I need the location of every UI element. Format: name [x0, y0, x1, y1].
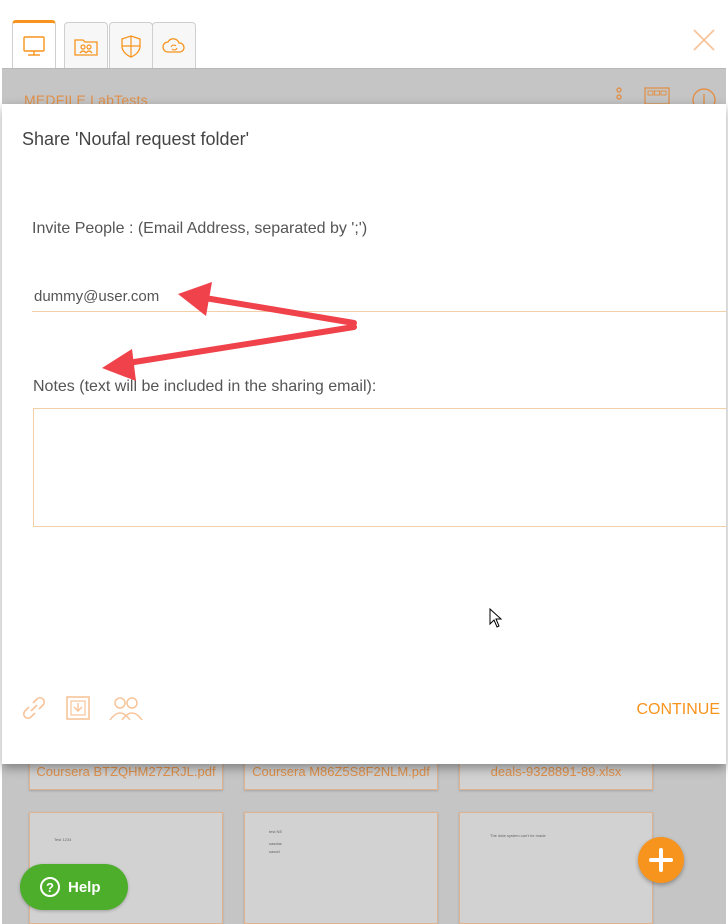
invite-people-label: Invite People : (Email Address, separate… [32, 220, 368, 237]
mouse-cursor-icon [489, 608, 503, 628]
thumbnail-text: sasdd [269, 849, 280, 854]
computer-icon [23, 35, 45, 56]
thumbnail-text: test NE [269, 829, 283, 834]
continue-button[interactable]: CONTINUE [636, 701, 720, 719]
help-label: Help [68, 878, 101, 896]
add-button[interactable] [638, 837, 684, 883]
help-icon: ? [40, 877, 60, 897]
help-button[interactable]: ? Help [20, 864, 128, 910]
cloud-sync-icon [162, 37, 185, 53]
plus-icon [649, 848, 673, 872]
file-thumbnail-card[interactable]: The date system can't be made [459, 812, 653, 924]
grid-view-icon[interactable] [644, 86, 670, 106]
users-icon[interactable] [108, 694, 144, 722]
shared-folder-icon [74, 38, 98, 56]
thumbnail-text: sasdas [269, 841, 282, 846]
file-name: Coursera BTZQHM27ZRJL.pdf [36, 764, 216, 779]
tab-shared-folders[interactable] [64, 22, 108, 68]
link-icon[interactable] [20, 694, 48, 722]
file-name: deals-9328891-89.xlsx [490, 764, 622, 779]
download-request-icon[interactable] [64, 694, 92, 722]
dialog-title: Share 'Noufal request folder' [22, 129, 250, 149]
share-dialog: Share 'Noufal request folder' Invite Peo… [2, 104, 726, 764]
file-thumbnail-card[interactable]: test NE sasdas sasdd [244, 812, 438, 924]
thumbnail-text: The date system can't be made [490, 833, 546, 838]
info-icon[interactable] [690, 86, 718, 106]
tab-security[interactable] [109, 22, 153, 68]
top-tab-bar [0, 0, 728, 68]
notes-textarea[interactable] [33, 408, 726, 527]
close-icon[interactable] [692, 28, 716, 52]
more-options-icon[interactable] [612, 86, 626, 106]
email-input[interactable] [32, 282, 726, 312]
notes-label: Notes (text will be included in the shar… [33, 378, 377, 395]
file-name: Coursera M86Z5S8F2NLM.pdf [252, 764, 430, 779]
tab-cloud-sync[interactable] [152, 22, 196, 68]
thumbnail-text: Test 1234 [54, 837, 72, 842]
shield-icon [121, 34, 141, 58]
tab-computer[interactable] [12, 20, 56, 68]
